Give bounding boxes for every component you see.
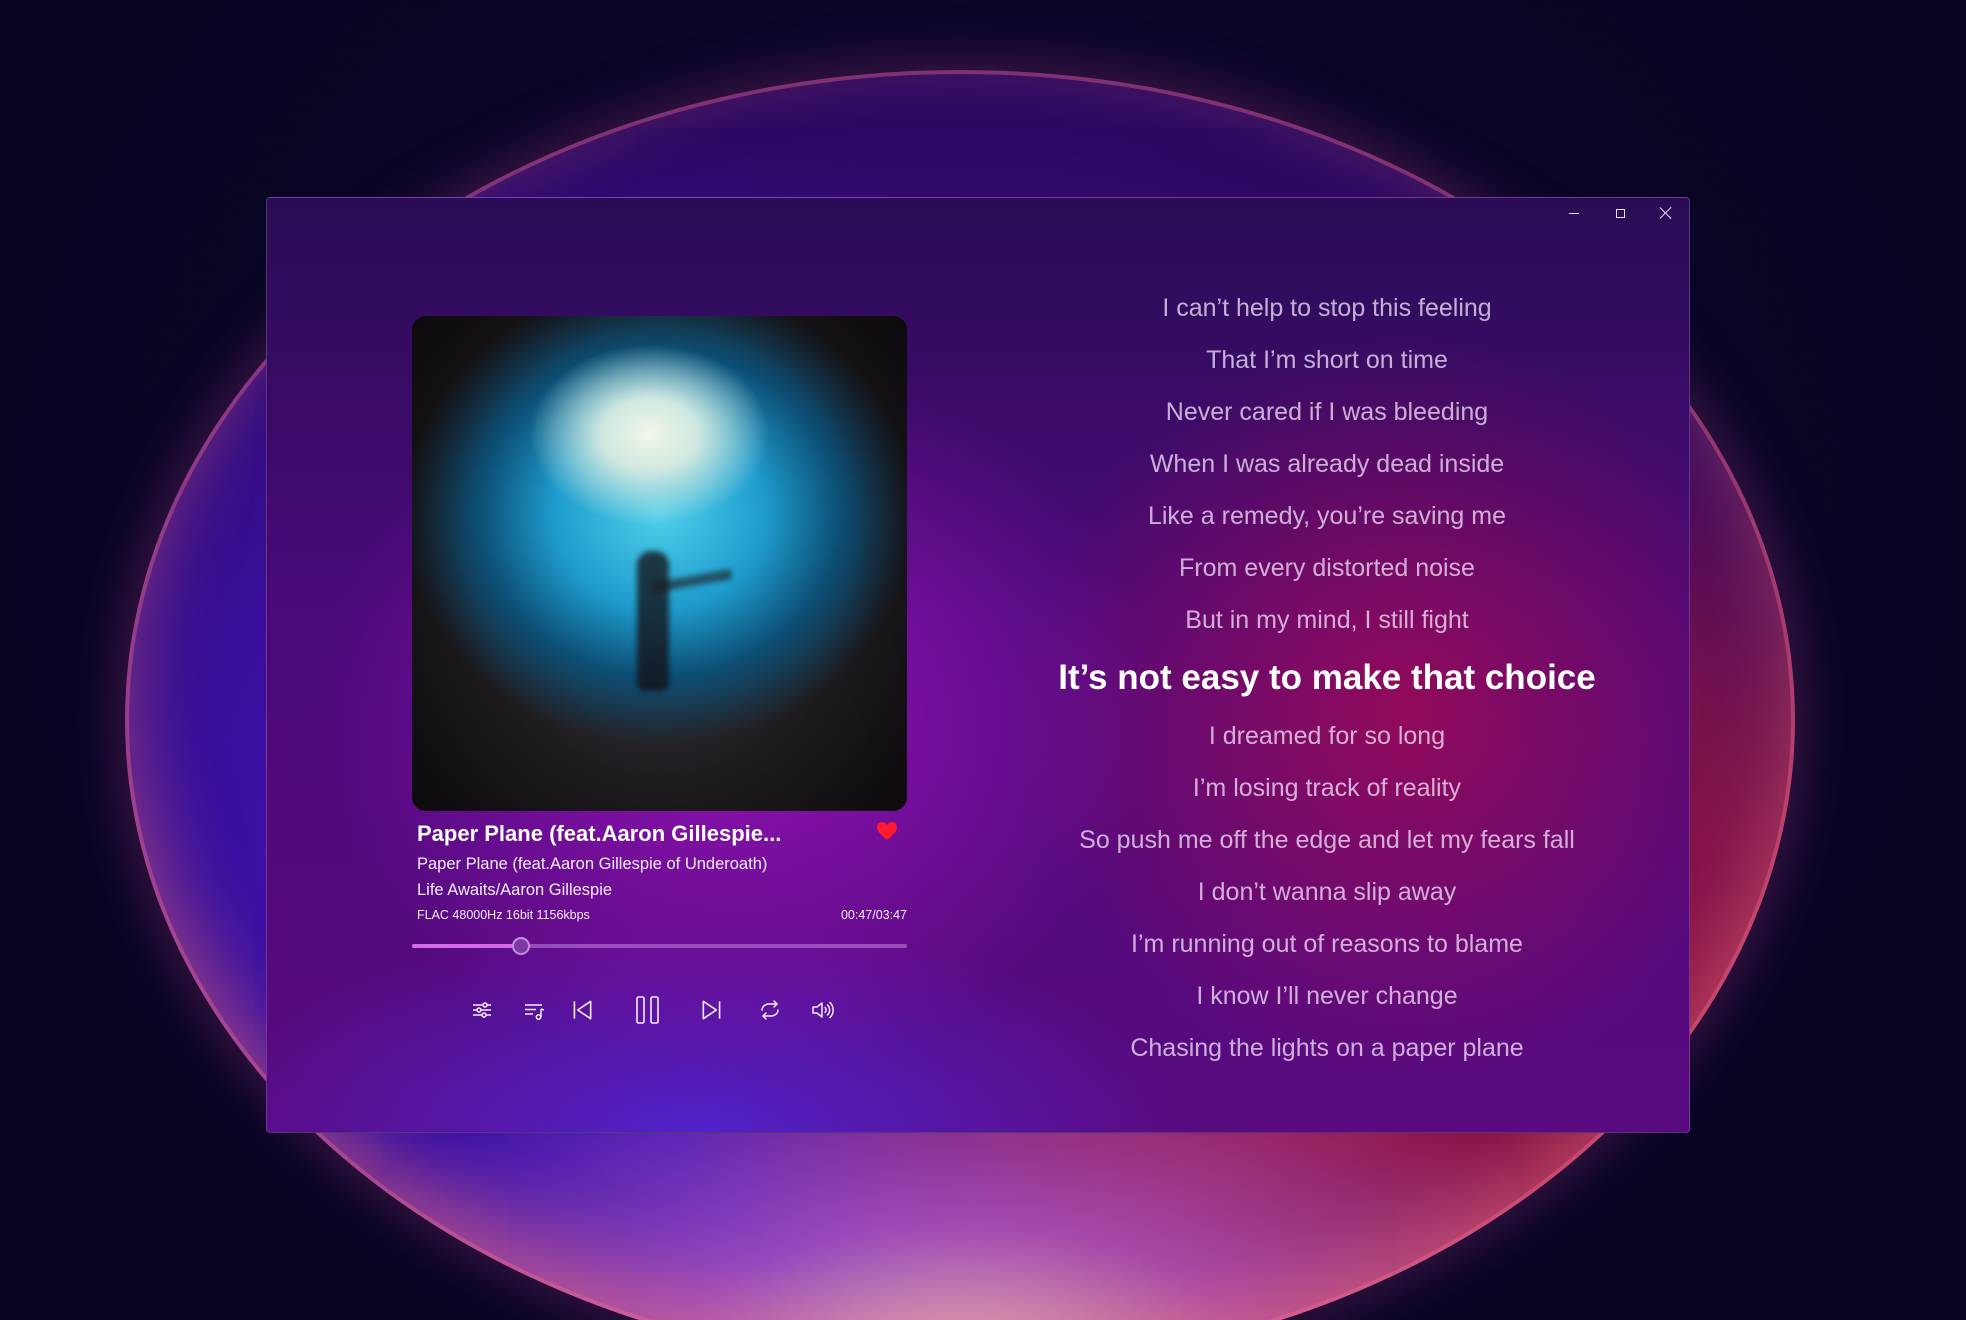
previous-button[interactable] [562,990,602,1030]
album-art [412,316,907,811]
lyric-line[interactable]: I can’t help to stop this feeling [1047,294,1607,323]
pause-button[interactable] [625,987,671,1033]
lyric-line[interactable]: So push me off the edge and let my fears… [1047,826,1607,855]
favorite-button[interactable] [875,819,899,843]
lyric-line[interactable]: Like a remedy, you’re saving me [1047,502,1607,531]
lyric-line[interactable]: From every distorted noise [1047,554,1607,583]
repeat-icon [761,1000,779,1020]
close-button[interactable] [1643,198,1689,228]
progress-thumb[interactable] [511,937,530,955]
lyric-line[interactable]: When I was already dead inside [1047,450,1607,479]
lyrics-previous-fade [1047,268,1607,288]
playback-controls [462,990,857,1030]
playlist-button[interactable] [514,990,554,1030]
repeat-button[interactable] [750,990,790,1030]
equalizer-button[interactable] [462,990,502,1030]
lyric-line[interactable]: Never cared if I was bleeding [1047,398,1607,427]
previous-icon [573,1000,592,1020]
heart-icon [877,822,897,840]
lyric-line[interactable]: I’m losing track of reality [1047,774,1607,803]
close-icon [1660,207,1672,219]
window-controls [1551,198,1689,228]
lyric-line[interactable]: I don’t wanna slip away [1047,878,1607,907]
maximize-icon [1615,208,1625,218]
lyric-line[interactable]: But in my mind, I still fight [1047,606,1607,635]
progress-slider[interactable] [412,937,907,955]
track-time: 00:47/03:47 [840,908,907,922]
maximize-button[interactable] [1597,198,1643,228]
playlist-icon [525,1004,545,1020]
equalizer-icon [473,1002,491,1018]
music-player-window: Paper Plane (feat.Aaron Gillespie... Pap… [266,197,1690,1133]
lyric-line[interactable]: I know I’ll never change [1047,982,1607,1011]
pause-icon [636,996,659,1024]
minimize-icon [1569,212,1579,214]
track-title: Paper Plane (feat.Aaron Gillespie... [417,821,782,846]
lyric-line[interactable]: Chasing the lights on a paper plane [1047,1034,1607,1063]
lyric-line[interactable]: That I’m short on time [1047,346,1607,375]
lyric-line[interactable]: I’m running out of reasons to blame [1047,930,1607,959]
volume-icon [812,1001,834,1019]
lyric-line-current[interactable]: It’s not easy to make that choice [1047,658,1607,698]
track-album-artist: Life Awaits/Aaron Gillespie [417,881,613,899]
progress-fill [412,944,521,948]
minimize-button[interactable] [1551,198,1597,228]
next-icon [702,1000,721,1020]
lyric-line[interactable]: I dreamed for so long [1047,722,1607,751]
track-subtitle: Paper Plane (feat.Aaron Gillespie of Und… [417,855,768,873]
track-format: FLAC 48000Hz 16bit 1156kbps [417,908,590,922]
next-button[interactable] [692,990,732,1030]
album-art-vignette [412,316,907,811]
volume-button[interactable] [802,990,842,1030]
